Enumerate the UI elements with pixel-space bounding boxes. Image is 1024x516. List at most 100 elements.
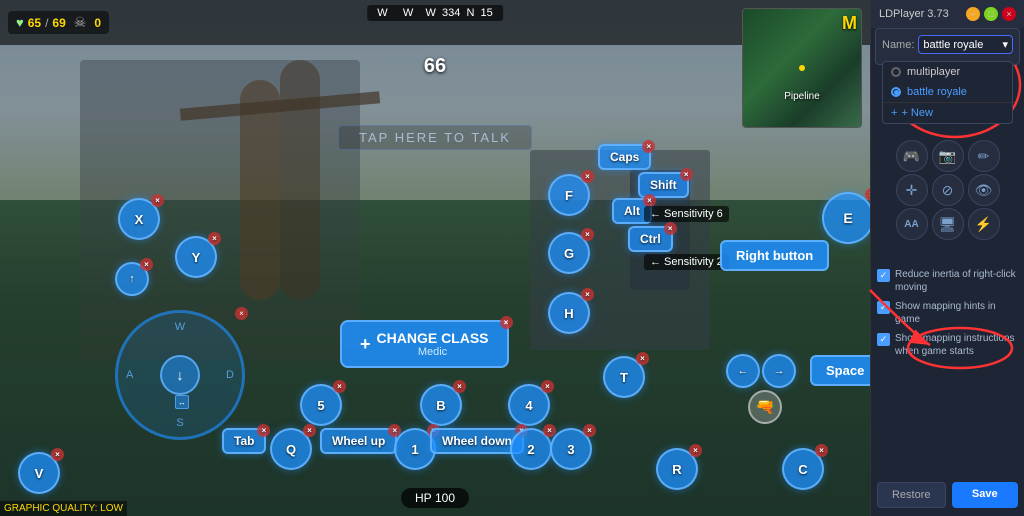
checkbox-label-3: Show mapping instructions when game star… <box>895 332 1018 358</box>
joystick-label-w: W <box>175 321 185 333</box>
radio-multiplayer <box>891 67 901 77</box>
title-bar: LDPlayer 3.73 − □ × <box>871 0 1024 28</box>
right-panel: LDPlayer 3.73 − □ × Name: battle royale … <box>870 0 1024 516</box>
key-v[interactable]: V × <box>18 452 60 494</box>
toolbar-btn-pencil[interactable]: ✏ <box>968 140 1000 172</box>
knife-icon[interactable]: 🔫 <box>748 390 782 424</box>
key-c-close[interactable]: × <box>815 444 828 457</box>
key-3[interactable]: 3 × <box>550 428 592 470</box>
change-class-button[interactable]: + CHANGE CLASS Medic × <box>340 320 509 368</box>
kills: 0 <box>94 16 101 30</box>
toolbar-btn-lightning[interactable]: ⚡ <box>968 208 1000 240</box>
checkbox-row-1: ✓ Reduce inertia of right-click moving <box>877 268 1018 294</box>
key-e[interactable]: E × <box>822 192 870 244</box>
checkbox-2[interactable]: ✓ <box>877 301 890 314</box>
icon-toolbar: 🎮 📷 ✏ ✛ ⊘ 👁 AA 🖥 ⚡ <box>871 140 1024 240</box>
key-y-close[interactable]: × <box>208 232 221 245</box>
key-wheel-up[interactable]: Wheel up × <box>320 428 397 454</box>
key-ctrl[interactable]: Ctrl × <box>628 226 673 252</box>
key-x-close[interactable]: × <box>151 194 164 207</box>
checkbox-row-2: ✓ Show mapping hints in game <box>877 300 1018 326</box>
joystick[interactable]: W S A D ↓ × <box>115 310 245 440</box>
key-arrow-up-close[interactable]: × <box>140 258 153 271</box>
change-class-close[interactable]: × <box>500 316 513 329</box>
key-arrow-right[interactable]: → <box>762 354 796 388</box>
space-button[interactable]: Space × <box>810 355 870 386</box>
toolbar-btn-camera[interactable]: 📷 <box>932 140 964 172</box>
skull-icon: ☠ <box>74 14 87 31</box>
dropdown-new-button[interactable]: + + New <box>883 102 1012 123</box>
key-h[interactable]: H × <box>548 292 590 334</box>
key-v-close[interactable]: × <box>51 448 64 461</box>
key-3-close[interactable]: × <box>583 424 596 437</box>
dropdown-item-multiplayer[interactable]: multiplayer <box>883 62 1012 82</box>
mini-map-location: Pipeline <box>784 91 820 102</box>
health-current: 65 <box>28 16 41 30</box>
radio-battle-royale <box>891 87 901 97</box>
key-r-close[interactable]: × <box>689 444 702 457</box>
sensitivity-6-label: ← Sensitivity 6 <box>644 206 729 222</box>
bottom-buttons: Restore Save <box>877 482 1018 508</box>
profile-dropdown: multiplayer battle royale + + New <box>882 61 1013 124</box>
toolbar-btn-gamepad[interactable]: 🎮 <box>896 140 928 172</box>
key-b-close[interactable]: × <box>453 380 466 393</box>
key-5-close[interactable]: × <box>333 380 346 393</box>
health-bar: ♥ 65 / 69 ☠ 0 <box>8 11 109 34</box>
key-caps[interactable]: Caps × <box>598 144 651 170</box>
checkbox-label-1: Reduce inertia of right-click moving <box>895 268 1018 294</box>
key-g[interactable]: G × <box>548 232 590 274</box>
key-4-close[interactable]: × <box>541 380 554 393</box>
checkbox-area: ✓ Reduce inertia of right-click moving ✓… <box>877 268 1018 364</box>
toolbar-btn-aa[interactable]: AA <box>896 208 928 240</box>
key-b[interactable]: B × <box>420 384 462 426</box>
key-2[interactable]: 2 × <box>510 428 552 470</box>
health-sep: / <box>45 16 48 30</box>
key-x[interactable]: X × <box>118 198 160 240</box>
checkbox-3[interactable]: ✓ <box>877 333 890 346</box>
key-shift-close[interactable]: × <box>680 168 693 181</box>
minimize-button[interactable]: − <box>966 7 980 21</box>
name-select-value: battle royale <box>923 39 983 51</box>
key-r[interactable]: R × <box>656 448 698 490</box>
key-ctrl-close[interactable]: × <box>664 222 677 235</box>
key-y[interactable]: Y × <box>175 236 217 278</box>
joystick-label-s: S <box>176 417 183 429</box>
restore-button[interactable]: Restore <box>877 482 946 508</box>
save-button[interactable]: Save <box>952 482 1019 508</box>
key-4[interactable]: 4 × <box>508 384 550 426</box>
tap-to-talk[interactable]: TAP HERE TO TALK <box>338 125 532 150</box>
key-g-close[interactable]: × <box>581 228 594 241</box>
dropdown-item-battle-royale[interactable]: battle royale <box>883 82 1012 102</box>
key-arrow-up[interactable]: ↑ × <box>115 262 149 296</box>
checkbox-row-3: ✓ Show mapping instructions when game st… <box>877 332 1018 358</box>
compass-dir: N <box>466 7 474 19</box>
toolbar-btn-crosshair[interactable]: ✛ <box>896 174 928 206</box>
key-t[interactable]: T × <box>603 356 645 398</box>
close-button[interactable]: × <box>1002 7 1016 21</box>
key-5[interactable]: 5 × <box>300 384 342 426</box>
hp-value: 100 <box>435 491 455 505</box>
joystick-close[interactable]: × <box>235 307 248 320</box>
key-c[interactable]: C × <box>782 448 824 490</box>
key-q-close[interactable]: × <box>303 424 316 437</box>
player-position-dot <box>799 65 805 71</box>
maximize-button[interactable]: □ <box>984 7 998 21</box>
key-t-close[interactable]: × <box>636 352 649 365</box>
toolbar-btn-monitor[interactable]: 🖥 <box>932 208 964 240</box>
altitude: 66 <box>424 55 446 78</box>
key-f[interactable]: F × <box>548 174 590 216</box>
key-f-close[interactable]: × <box>581 170 594 183</box>
key-arrow-left[interactable]: ← <box>726 354 760 388</box>
key-h-close[interactable]: × <box>581 288 594 301</box>
name-label: Name: <box>882 39 914 51</box>
change-class-icon: + <box>360 334 371 355</box>
toolbar-btn-eye[interactable]: 👁 <box>968 174 1000 206</box>
toolbar-btn-ban[interactable]: ⊘ <box>932 174 964 206</box>
checkbox-1[interactable]: ✓ <box>877 269 890 282</box>
right-button[interactable]: Right button <box>720 240 829 271</box>
key-q[interactable]: Q × <box>270 428 312 470</box>
key-tab[interactable]: Tab × <box>222 428 266 454</box>
dropdown-label-multiplayer: multiplayer <box>907 66 960 78</box>
checkbox-label-2: Show mapping hints in game <box>895 300 1018 326</box>
name-select[interactable]: battle royale ▾ <box>918 35 1013 54</box>
